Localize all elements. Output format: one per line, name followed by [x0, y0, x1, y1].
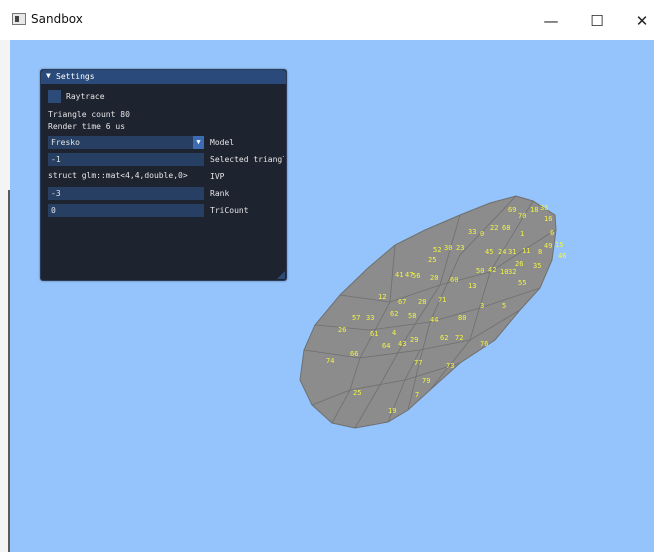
window-titlebar[interactable]: Sandbox — ☐ ✕ [0, 0, 654, 40]
triangle-index-label: 50 [476, 267, 484, 275]
triangle-index-label: 66 [350, 350, 358, 358]
triangle-index-label: 60 [450, 276, 458, 284]
triangle-index-label: 7 [415, 391, 419, 399]
triangle-index-label: 72 [455, 334, 463, 342]
triangle-index-label: 70 [518, 212, 526, 220]
triangle-index-label: 3 [480, 302, 484, 310]
triangle-index-label: 12 [378, 293, 386, 301]
triangle-index-label: 30 [444, 244, 452, 252]
triangle-index-label: 73 [446, 362, 454, 370]
mesh-outline [299, 195, 557, 429]
app-window-icon [12, 13, 26, 25]
triangle-index-label: 46 [558, 252, 566, 260]
triangle-index-label: 47 [405, 271, 413, 279]
selected-triangle-input[interactable]: -1 [48, 153, 204, 166]
triangle-index-label: 43 [398, 340, 406, 348]
triangle-index-label: 5 [502, 302, 506, 310]
triangle-index-label: 35 [533, 262, 541, 270]
triangle-index-label: 79 [422, 377, 430, 385]
triangle-index-label: 29 [410, 336, 418, 344]
triangle-index-label: 49 [544, 242, 552, 250]
render-time-text: Render time 6 us [48, 122, 126, 131]
triangle-index-label: 33 [468, 228, 476, 236]
triangle-index-label: 55 [518, 279, 526, 287]
triangle-index-label: 52 [433, 246, 441, 254]
triangle-index-label: 4 [392, 329, 396, 337]
triangle-index-label: 62 [390, 310, 398, 318]
minimize-button[interactable]: — [531, 8, 571, 34]
settings-title: Settings [56, 72, 95, 81]
triangle-index-label: 20 [430, 274, 438, 282]
triangle-index-label: 57 [352, 314, 360, 322]
triangle-index-label: 26 [515, 260, 523, 268]
triangle-index-label: 45 [485, 248, 493, 256]
triangle-index-label: 18 [530, 206, 538, 214]
triangle-index-label: 58 [408, 312, 416, 320]
triangle-index-label: 33 [366, 314, 374, 322]
triangle-index-label: 80 [458, 314, 466, 322]
tricount-input[interactable]: 0 [48, 204, 204, 217]
triangle-index-label: 77 [414, 359, 422, 367]
triangle-index-label: 28 [418, 298, 426, 306]
rank-input[interactable]: -3 [48, 187, 204, 200]
selected-triangle-label: Selected triangle [210, 155, 284, 164]
window-left-border [0, 40, 10, 552]
triangle-index-label: 36 [540, 204, 548, 212]
close-button[interactable]: ✕ [622, 8, 654, 34]
triangle-index-label: 15 [555, 241, 563, 249]
triangle-index-label: 26 [338, 326, 346, 334]
triangle-index-label: 13 [468, 282, 476, 290]
triangle-index-label: 42 [488, 266, 496, 274]
triangle-index-label: 62 [440, 334, 448, 342]
triangle-index-label: 31 [508, 248, 516, 256]
ivp-value: struct glm::mat<4,4,double,0> [48, 171, 188, 180]
triangle-index-label: 11 [522, 247, 530, 255]
triangle-index-label: 76 [480, 340, 488, 348]
triangle-index-label: 69 [508, 206, 516, 214]
triangle-index-label: 19 [388, 407, 396, 415]
raytrace-checkbox[interactable] [48, 90, 61, 103]
triangle-index-label: 74 [326, 357, 334, 365]
triangle-index-label: 8 [538, 248, 542, 256]
triangle-index-label: 16 [544, 215, 552, 223]
triangle-index-label: 25 [428, 256, 436, 264]
collapse-arrow-icon[interactable]: ▼ [46, 71, 51, 80]
settings-panel[interactable]: ▼ Settings Raytrace Triangle count 80 Re… [40, 69, 287, 281]
resize-grip[interactable] [277, 271, 285, 279]
chevron-down-icon[interactable]: ▼ [193, 136, 204, 149]
rank-label: Rank [210, 189, 230, 198]
raytrace-label: Raytrace [66, 92, 105, 101]
triangle-index-label: 71 [438, 296, 446, 304]
triangle-index-label: 0 [480, 230, 484, 238]
render-viewport[interactable]: 69 70 18 36 16 6 15 46 49 8 1 33 0 22 68 45 24 31 26 11 35 52… [10, 40, 654, 552]
model-select[interactable]: Fresko [48, 136, 204, 149]
window-title: Sandbox [31, 12, 83, 26]
triangle-index-label: 67 [398, 298, 406, 306]
triangle-index-label: 64 [382, 342, 390, 350]
tricount-label: TriCount [210, 206, 249, 215]
triangle-index-label: 1 [520, 230, 524, 238]
triangle-index-label: 25 [353, 389, 361, 397]
triangle-index-label: 44 [430, 316, 438, 324]
triangle-index-label: 61 [370, 330, 378, 338]
maximize-button[interactable]: ☐ [577, 8, 617, 34]
settings-header[interactable]: ▼ Settings [41, 70, 286, 84]
triangle-index-label: 68 [502, 224, 510, 232]
triangle-index-label: 6 [550, 229, 554, 237]
model-label: Model [210, 138, 235, 147]
triangle-index-label: 22 [490, 224, 498, 232]
triangle-index-label: 32 [508, 268, 516, 276]
ivp-label: IVP [210, 172, 225, 181]
triangle-count-text: Triangle count 80 [48, 110, 130, 119]
triangle-index-label: 23 [456, 244, 464, 252]
triangle-index-label: 24 [498, 248, 506, 256]
triangle-index-label: 41 [395, 271, 403, 279]
